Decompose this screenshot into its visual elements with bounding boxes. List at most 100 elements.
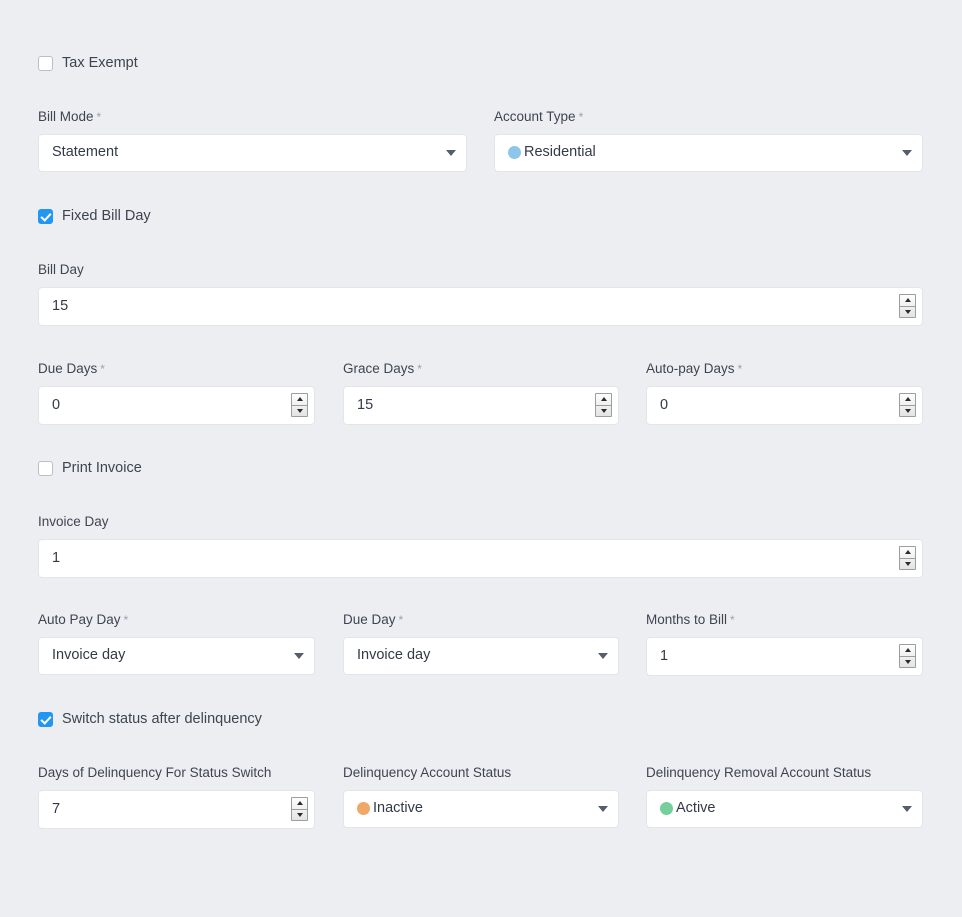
stepper-up-button[interactable]: [900, 645, 915, 657]
days-of-delinquency-label: Days of Delinquency For Status Switch: [38, 765, 272, 780]
switch-status-after-delinquency-checkbox[interactable]: [38, 712, 53, 727]
invoice-day-input[interactable]: 1: [38, 538, 923, 578]
bill-day-label: Bill Day: [38, 262, 84, 277]
required-asterisk: *: [398, 613, 404, 627]
field-grace-days: Grace Days * 15: [343, 362, 619, 425]
due-day-select[interactable]: Invoice day: [343, 636, 619, 675]
chevron-down-icon[interactable]: [902, 149, 912, 156]
stepper-down-button[interactable]: [900, 406, 915, 417]
field-bill-mode: Bill Mode * Statement: [38, 110, 467, 172]
tax-exempt-checkbox[interactable]: [38, 56, 53, 71]
due-day-value: Invoice day: [357, 648, 431, 663]
months-to-bill-label: Months to Bill *: [646, 612, 735, 627]
checkbox-row-fixed-bill-day[interactable]: Fixed Bill Day: [38, 209, 151, 224]
checkbox-row-tax-exempt[interactable]: Tax Exempt: [38, 56, 138, 71]
field-months-to-bill: Months to Bill * 1: [646, 613, 923, 676]
auto-pay-days-input[interactable]: 0: [646, 385, 923, 425]
required-asterisk: *: [123, 613, 129, 627]
stepper-down-button[interactable]: [900, 307, 915, 318]
number-stepper-icon[interactable]: [595, 393, 612, 417]
grace-days-value: 15: [357, 397, 374, 413]
stepper-up-button[interactable]: [596, 394, 611, 406]
field-due-days: Due Days * 0: [38, 362, 315, 425]
stepper-down-button[interactable]: [596, 406, 611, 417]
stepper-up-button[interactable]: [900, 394, 915, 406]
grace-days-label: Grace Days *: [343, 361, 422, 376]
field-auto-pay-day: Auto Pay Day * Invoice day: [38, 613, 315, 675]
delinquency-account-status-value: Inactive: [373, 801, 423, 816]
due-days-label: Due Days *: [38, 361, 105, 376]
stepper-down-button[interactable]: [900, 657, 915, 668]
bill-day-input[interactable]: 15: [38, 286, 923, 326]
auto-pay-day-select[interactable]: Invoice day: [38, 636, 315, 675]
number-stepper-icon[interactable]: [899, 294, 916, 318]
field-delinquency-account-status: Delinquency Account Status Inactive: [343, 766, 619, 828]
auto-pay-day-value: Invoice day: [52, 648, 126, 663]
bill-mode-select[interactable]: Statement: [38, 133, 467, 172]
delinquency-removal-account-status-value: Active: [676, 801, 716, 816]
stepper-down-button[interactable]: [900, 559, 915, 570]
due-day-label: Due Day *: [343, 612, 404, 627]
auto-pay-days-value: 0: [660, 397, 669, 413]
field-invoice-day: Invoice Day 1: [38, 515, 923, 578]
days-of-delinquency-value: 7: [52, 801, 61, 817]
required-asterisk: *: [96, 110, 102, 124]
stepper-up-button[interactable]: [900, 295, 915, 307]
field-days-of-delinquency: Days of Delinquency For Status Switch 7: [38, 766, 315, 829]
stepper-down-button[interactable]: [292, 810, 307, 821]
stepper-down-button[interactable]: [292, 406, 307, 417]
months-to-bill-value: 1: [660, 648, 669, 664]
print-invoice-label: Print Invoice: [62, 460, 142, 477]
status-dot-icon: [357, 802, 370, 815]
days-of-delinquency-input[interactable]: 7: [38, 789, 315, 829]
required-asterisk: *: [100, 362, 105, 376]
grace-days-input[interactable]: 15: [343, 385, 619, 425]
billing-settings-form: Tax Exempt Bill Mode * Statement Account …: [0, 0, 962, 917]
months-to-bill-input[interactable]: 1: [646, 636, 923, 676]
chevron-down-icon[interactable]: [902, 805, 912, 812]
chevron-down-icon[interactable]: [598, 652, 608, 659]
account-type-label: Account Type *: [494, 109, 584, 124]
chevron-down-icon[interactable]: [598, 805, 608, 812]
chevron-down-icon[interactable]: [294, 652, 304, 659]
number-stepper-icon[interactable]: [899, 546, 916, 570]
bill-mode-label: Bill Mode *: [38, 109, 102, 124]
delinquency-removal-account-status-select[interactable]: Active: [646, 789, 923, 828]
number-stepper-icon[interactable]: [899, 393, 916, 417]
required-asterisk: *: [417, 362, 422, 376]
field-delinquency-removal-account-status: Delinquency Removal Account Status Activ…: [646, 766, 923, 828]
required-asterisk: *: [730, 613, 735, 627]
stepper-up-button[interactable]: [900, 547, 915, 559]
account-type-select[interactable]: Residential: [494, 133, 923, 172]
field-bill-day: Bill Day 15: [38, 263, 923, 326]
stepper-up-button[interactable]: [292, 798, 307, 810]
required-asterisk: *: [578, 110, 584, 124]
status-dot-icon: [508, 146, 521, 159]
number-stepper-icon[interactable]: [291, 393, 308, 417]
checkbox-row-print-invoice[interactable]: Print Invoice: [38, 461, 142, 476]
auto-pay-days-label: Auto-pay Days *: [646, 361, 743, 376]
chevron-down-icon[interactable]: [446, 149, 456, 156]
delinquency-removal-account-status-label: Delinquency Removal Account Status: [646, 765, 872, 780]
delinquency-account-status-select[interactable]: Inactive: [343, 789, 619, 828]
bill-mode-value: Statement: [52, 145, 119, 160]
switch-status-after-delinquency-label: Switch status after delinquency: [62, 711, 262, 728]
stepper-up-button[interactable]: [292, 394, 307, 406]
due-days-value: 0: [52, 397, 61, 413]
invoice-day-label: Invoice Day: [38, 514, 109, 529]
status-dot-icon: [660, 802, 673, 815]
number-stepper-icon[interactable]: [899, 644, 916, 668]
field-auto-pay-days: Auto-pay Days * 0: [646, 362, 923, 425]
required-asterisk: *: [737, 362, 743, 376]
account-type-value: Residential: [524, 145, 596, 160]
print-invoice-checkbox[interactable]: [38, 461, 53, 476]
fixed-bill-day-checkbox[interactable]: [38, 209, 53, 224]
delinquency-account-status-label: Delinquency Account Status: [343, 765, 512, 780]
bill-day-value: 15: [52, 298, 69, 314]
checkbox-row-switch-status-after-delinquency[interactable]: Switch status after delinquency: [38, 712, 262, 727]
tax-exempt-label: Tax Exempt: [62, 55, 138, 72]
number-stepper-icon[interactable]: [291, 797, 308, 821]
fixed-bill-day-label: Fixed Bill Day: [62, 208, 151, 225]
field-due-day: Due Day * Invoice day: [343, 613, 619, 675]
due-days-input[interactable]: 0: [38, 385, 315, 425]
